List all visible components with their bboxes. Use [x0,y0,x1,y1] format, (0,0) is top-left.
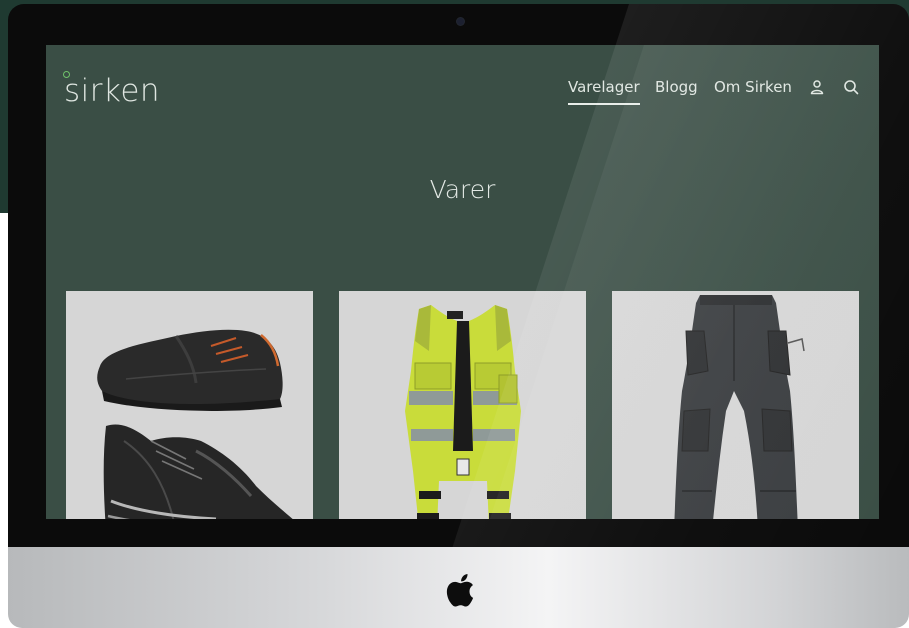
search-icon[interactable] [843,79,859,95]
page-title: Varer [429,175,496,204]
monitor-bezel: sirken Varelager Blogg Om Sirken Varer [8,4,909,547]
monitor-chin [8,547,909,628]
nav-item-blogg[interactable]: Blogg [655,78,698,100]
product-card-work-trousers[interactable] [612,291,859,519]
apple-logo-icon [446,574,474,607]
product-card-safety-shoes[interactable] [66,291,313,519]
hi-vis-vest-image [405,305,521,519]
website-screen: sirken Varelager Blogg Om Sirken Varer [46,45,879,519]
site-logo[interactable]: sirken [64,73,160,109]
nav-item-om-sirken[interactable]: Om Sirken [714,78,792,100]
safety-shoes-image [97,329,293,519]
nav-item-varelager[interactable]: Varelager [568,78,640,105]
camera-icon [457,18,464,25]
work-trousers-image [674,295,805,519]
account-icon[interactable] [809,79,825,95]
imac-device-frame: sirken Varelager Blogg Om Sirken Varer [8,4,909,628]
product-card-hi-vis-vest[interactable] [339,291,586,519]
